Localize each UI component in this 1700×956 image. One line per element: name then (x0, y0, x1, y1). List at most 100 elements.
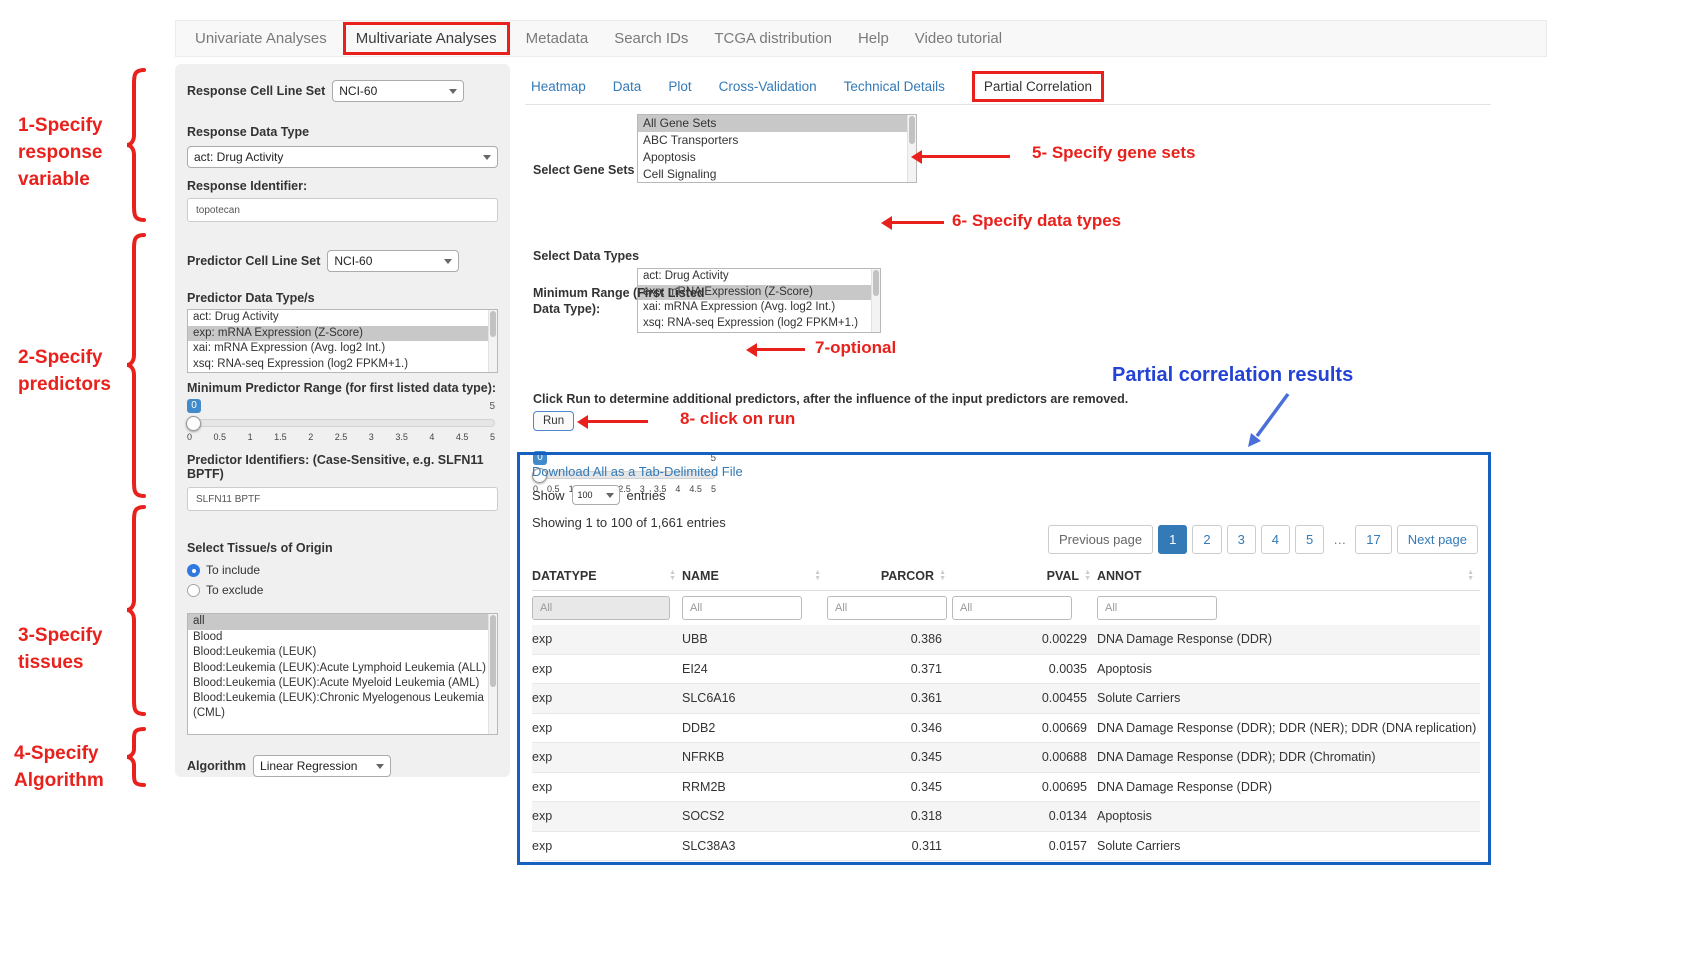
tab-technical-details[interactable]: Technical Details (844, 79, 945, 94)
algorithm-label: Algorithm (187, 759, 246, 773)
nav-item-multivariate[interactable]: Multivariate Analyses (343, 22, 510, 55)
partial-correlation-results-panel: Download All as a Tab-Delimited File Sho… (517, 452, 1491, 865)
list-item[interactable]: Blood:Leukemia (LEUK):Chronic Myelogenou… (188, 691, 497, 721)
table-header-row: DATATYPE▲▼ NAME▲▼ PARCOR▲▼ PVAL▲▼ ANNOT▲… (532, 561, 1480, 591)
annotation-7: 7-optional (815, 338, 896, 358)
show-label: Show (532, 488, 565, 503)
page-button-1[interactable]: 1 (1158, 525, 1187, 554)
table-row: expNFRKB0.3450.00688DNA Damage Response … (532, 743, 1480, 773)
previous-page-button[interactable]: Previous page (1048, 525, 1153, 554)
scrollbar[interactable] (488, 310, 497, 372)
filter-input-datatype[interactable] (532, 596, 670, 620)
response-identifier-input[interactable] (187, 198, 498, 222)
filter-input-name[interactable] (682, 596, 802, 620)
nav-item-help[interactable]: Help (845, 30, 902, 47)
page-length-select[interactable]: 100 (572, 485, 620, 505)
tab-partial-correlation[interactable]: Partial Correlation (972, 71, 1104, 102)
nav-item-tcga[interactable]: TCGA distribution (701, 30, 845, 47)
table-row: expDDB20.3460.00669DNA Damage Response (… (532, 714, 1480, 744)
page-button-17[interactable]: 17 (1355, 525, 1391, 554)
slider-handle[interactable] (186, 416, 201, 431)
annotation-6: 6- Specify data types (952, 211, 1121, 231)
table-row: expUBB0.3860.00229DNA Damage Response (D… (532, 625, 1480, 655)
list-item[interactable]: Blood (188, 630, 497, 646)
annotation-bracket-2 (126, 233, 148, 498)
scrollbar[interactable] (488, 614, 497, 734)
chevron-down-icon (606, 493, 614, 498)
filter-input-parcor[interactable] (827, 596, 947, 620)
filter-input-pval[interactable] (952, 596, 1072, 620)
page-button-3[interactable]: 3 (1227, 525, 1256, 554)
slider-value-badge: 0 (187, 399, 201, 413)
scrollbar[interactable] (907, 115, 916, 182)
show-entries-row: Show 100 entries (532, 485, 666, 505)
page-button-5[interactable]: 5 (1295, 525, 1324, 554)
pagination-ellipsis: … (1329, 525, 1350, 554)
nav-item-video-tutorial[interactable]: Video tutorial (902, 30, 1015, 47)
list-item[interactable]: Apoptosis (638, 149, 916, 166)
response-data-type-select[interactable]: act: Drug Activity (187, 146, 498, 168)
filter-input-annot[interactable] (1097, 596, 1217, 620)
column-header-datatype[interactable]: DATATYPE▲▼ (532, 569, 682, 583)
annotation-arrow-gene-sets (922, 155, 1010, 158)
next-page-button[interactable]: Next page (1397, 525, 1478, 554)
list-item[interactable]: xsq: RNA-seq Expression (log2 FPKM+1.) (188, 357, 497, 373)
column-header-pval[interactable]: PVAL▲▼ (952, 569, 1097, 583)
list-item[interactable]: xsq: RNA-seq Expression (log2 FPKM+1.) (638, 316, 880, 332)
results-table: DATATYPE▲▼ NAME▲▼ PARCOR▲▼ PVAL▲▼ ANNOT▲… (532, 561, 1480, 861)
results-tabbar: Heatmap Data Plot Cross-Validation Techn… (531, 70, 1104, 102)
scrollbar[interactable] (871, 269, 880, 332)
column-header-annot[interactable]: ANNOT▲▼ (1097, 569, 1480, 583)
tissue-include-radio[interactable]: To include (187, 563, 498, 577)
tissue-exclude-radio[interactable]: To exclude (187, 583, 498, 597)
list-item[interactable]: act: Drug Activity (188, 310, 497, 326)
tab-heatmap[interactable]: Heatmap (531, 79, 586, 94)
nav-item-univariate[interactable]: Univariate Analyses (182, 30, 340, 47)
min-predictor-range-label: Minimum Predictor Range (for first liste… (187, 381, 498, 395)
sort-icon: ▲▼ (939, 570, 952, 582)
page-button-4[interactable]: 4 (1261, 525, 1290, 554)
list-item[interactable]: xai: mRNA Expression (Avg. log2 Int.) (638, 300, 880, 316)
column-header-name[interactable]: NAME▲▼ (682, 569, 827, 583)
column-header-parcor[interactable]: PARCOR▲▼ (827, 569, 952, 583)
predictor-data-types-list: act: Drug Activity exp: mRNA Expression … (187, 309, 498, 373)
table-row: expEI240.3710.0035Apoptosis (532, 655, 1480, 685)
nav-item-metadata[interactable]: Metadata (513, 30, 602, 47)
tab-plot[interactable]: Plot (668, 79, 691, 94)
list-item[interactable]: Cell Signaling (638, 166, 916, 183)
list-item[interactable]: Blood:Leukemia (LEUK):Acute Myeloid Leuk… (188, 676, 497, 691)
list-item[interactable]: ABC Transporters (638, 132, 916, 149)
tab-cross-validation[interactable]: Cross-Validation (719, 79, 817, 94)
list-item[interactable]: all (188, 614, 497, 630)
download-tab-delimited-link[interactable]: Download All as a Tab-Delimited File (532, 464, 743, 479)
sort-icon: ▲▼ (669, 570, 682, 582)
response-identifier-label: Response Identifier: (187, 179, 498, 193)
annotation-1: 1-Specify response variable (18, 112, 130, 193)
annotation-arrow-data-types (892, 221, 944, 224)
predictor-cell-line-set-label: Predictor Cell Line Set (187, 254, 320, 268)
list-item[interactable]: All Gene Sets (638, 115, 916, 132)
annotation-arrow-results (1240, 390, 1300, 452)
list-item[interactable]: exp: mRNA Expression (Z-Score) (188, 326, 497, 342)
table-row: expSLC6A160.3610.00455Solute Carriers (532, 684, 1480, 714)
annotation-bracket-3 (126, 505, 148, 716)
list-item[interactable]: act: Drug Activity (638, 269, 880, 285)
algorithm-select[interactable]: Linear Regression (253, 755, 391, 777)
run-button[interactable]: Run (533, 411, 574, 431)
slider-track[interactable] (187, 419, 495, 427)
list-item[interactable]: Blood:Leukemia (LEUK):Acute Lymphoid Leu… (188, 661, 497, 676)
tab-data[interactable]: Data (613, 79, 642, 94)
response-cell-line-set-label: Response Cell Line Set (187, 84, 325, 98)
min-range-label-line2: Data Type): (533, 302, 600, 316)
page-button-2[interactable]: 2 (1192, 525, 1221, 554)
list-item[interactable]: xai: mRNA Expression (Avg. log2 Int.) (188, 341, 497, 357)
response-cell-line-set-select[interactable]: NCI-60 (332, 80, 464, 102)
data-types-list: act: Drug Activity exp: mRNA Expression … (637, 268, 881, 333)
nav-item-search-ids[interactable]: Search IDs (601, 30, 701, 47)
table-filter-row (532, 591, 1480, 625)
annotation-8: 8- click on run (680, 409, 795, 429)
top-navbar: Univariate Analyses Multivariate Analyse… (175, 20, 1547, 57)
predictor-identifiers-input[interactable] (187, 487, 498, 511)
list-item[interactable]: Blood:Leukemia (LEUK) (188, 645, 497, 661)
predictor-cell-line-set-select[interactable]: NCI-60 (327, 250, 459, 272)
